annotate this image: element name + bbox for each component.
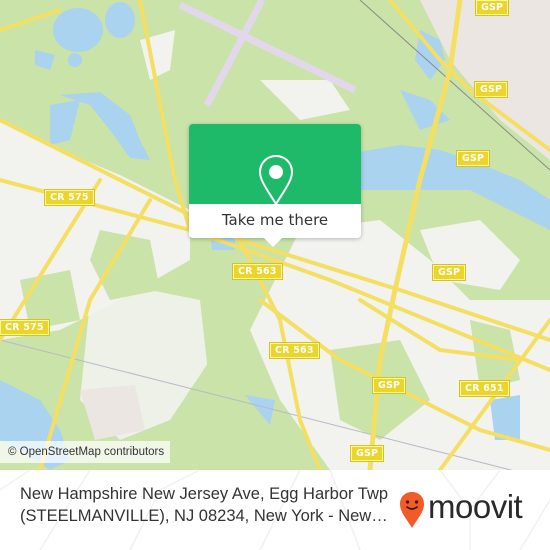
take-me-there-button[interactable]: Take me there — [189, 204, 361, 238]
road-shield: GSP — [457, 151, 490, 166]
map-pin-icon — [258, 154, 294, 206]
road-shield: GSP — [433, 265, 466, 280]
road-shield: GSP — [476, 0, 509, 15]
road-shield: CR 575 — [45, 190, 94, 205]
moovit-pin-logo-icon — [400, 492, 424, 528]
road-shield: GSP — [475, 82, 508, 97]
road-shield: CR 575 — [0, 320, 49, 335]
road-shield: CR 563 — [233, 264, 282, 279]
commercial-area — [80, 385, 145, 440]
address-text: New Hampshire New Jersey Ave, Egg Harbor… — [20, 483, 390, 527]
address-line-1: New Hampshire New Jersey Ave, Egg Harbor… — [20, 485, 389, 503]
popup-header — [189, 124, 361, 206]
brand-name: moovit — [428, 488, 523, 525]
map-attribution[interactable]: © OpenStreetMap contributors — [0, 441, 171, 463]
road-shield: GSP — [351, 446, 384, 461]
footer-bar: New Hampshire New Jersey Ave, Egg Harbor… — [0, 470, 550, 550]
road-shield: GSP — [373, 378, 406, 393]
address-line-2: (STEELMANVILLE), NJ 08234, New York - Ne… — [20, 507, 388, 525]
destination-popup: Take me there — [189, 124, 361, 247]
map-view[interactable]: CR 575 CR 575 CR 563 CR 563 GSP GSP GSP … — [0, 0, 550, 470]
road-shield: CR 563 — [270, 343, 319, 358]
popup-arrow — [264, 238, 282, 247]
road-shield: CR 651 — [460, 381, 509, 396]
